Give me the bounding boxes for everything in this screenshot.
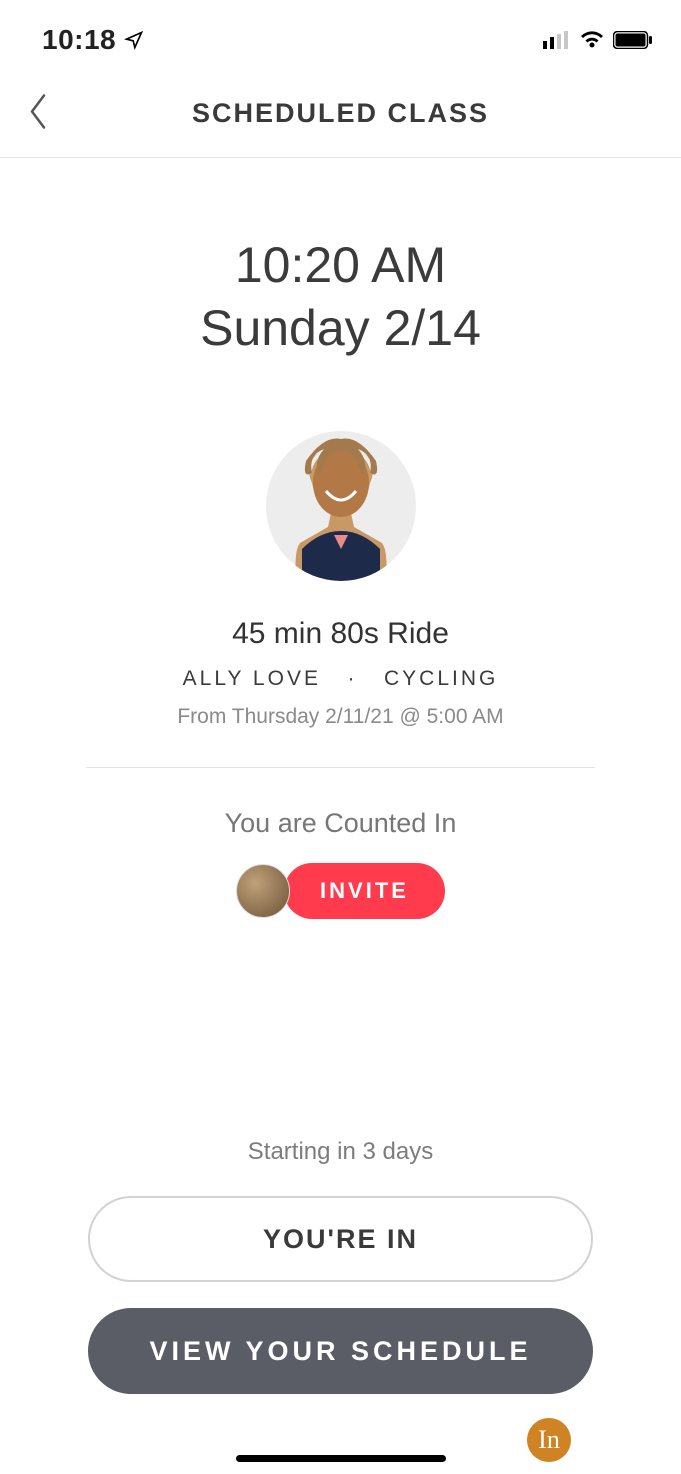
status-time: 10:18 — [42, 24, 116, 56]
class-category: CYCLING — [384, 667, 498, 690]
class-meta: ALLY LOVE · CYCLING — [0, 667, 681, 691]
instructor-avatar — [266, 431, 416, 581]
schedule-time: 10:20 AM — [0, 234, 681, 297]
footer: Starting in 3 days YOU'RE IN VIEW YOUR S… — [0, 1138, 681, 1420]
location-arrow-icon — [124, 30, 144, 50]
meta-separator: · — [347, 667, 357, 690]
chevron-left-icon — [28, 93, 48, 129]
battery-icon — [613, 31, 653, 49]
starting-label: Starting in 3 days — [0, 1138, 681, 1166]
youre-in-button[interactable]: YOU'RE IN — [88, 1196, 593, 1282]
instructor-name: ALLY LOVE — [183, 667, 321, 690]
schedule-date: Sunday 2/14 — [0, 297, 681, 360]
main-content: 10:20 AM Sunday 2/14 45 min 80s Ride ALL… — [0, 158, 681, 919]
view-schedule-button[interactable]: VIEW YOUR SCHEDULE — [88, 1308, 593, 1394]
cellular-signal-icon — [543, 31, 571, 49]
wifi-icon — [579, 30, 605, 50]
class-title: 45 min 80s Ride — [0, 617, 681, 651]
home-indicator[interactable] — [236, 1455, 446, 1462]
invite-row: INVITE — [0, 863, 681, 919]
back-button[interactable] — [28, 93, 48, 134]
invite-button[interactable]: INVITE — [284, 863, 445, 919]
status-left: 10:18 — [42, 24, 144, 56]
status-right — [543, 30, 653, 50]
page-title: SCHEDULED CLASS — [192, 98, 489, 129]
status-bar: 10:18 — [0, 0, 681, 70]
nav-bar: SCHEDULED CLASS — [0, 70, 681, 158]
user-avatar[interactable] — [236, 864, 290, 918]
counted-in-label: You are Counted In — [0, 808, 681, 839]
in-badge-icon: In — [527, 1418, 571, 1462]
divider — [86, 767, 595, 768]
person-icon — [266, 431, 416, 581]
schedule-time-block: 10:20 AM Sunday 2/14 — [0, 234, 681, 359]
from-line: From Thursday 2/11/21 @ 5:00 AM — [0, 705, 681, 729]
